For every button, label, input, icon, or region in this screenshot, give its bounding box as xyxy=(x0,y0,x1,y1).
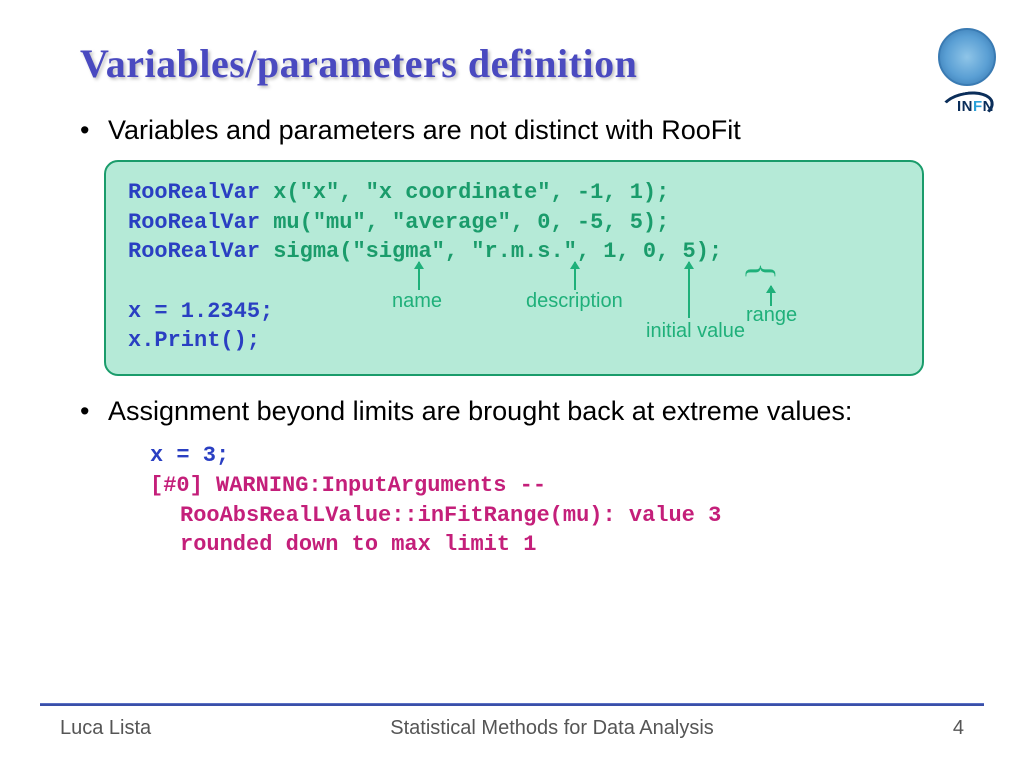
code-line-4: x = 1.2345; xyxy=(128,297,900,327)
footer-page: 4 xyxy=(953,717,964,740)
footer-course: Statistical Methods for Data Analysis xyxy=(390,717,713,740)
footer-divider xyxy=(40,703,984,706)
infn-logo-text: INFN xyxy=(957,98,994,115)
code-line-3: RooRealVar sigma("sigma", "r.m.s.", 1, 0… xyxy=(128,237,900,267)
code-box: RooRealVar x("x", "x coordinate", -1, 1)… xyxy=(104,160,924,376)
code-line-blank xyxy=(128,267,900,297)
warning-line-3: rounded down to max limit 1 xyxy=(180,530,944,560)
footer: Luca Lista Statistical Methods for Data … xyxy=(0,717,1024,740)
warning-line-1: [#0] WARNING:InputArguments -- xyxy=(150,471,944,501)
code-line-1: RooRealVar x("x", "x coordinate", -1, 1)… xyxy=(128,178,900,208)
slide: INFN Variables/parameters definition Var… xyxy=(0,0,1024,768)
code-assign: x = 3; xyxy=(150,441,944,471)
warning-line-2: RooAbsRealLValue::inFitRange(mu): value … xyxy=(180,501,944,531)
footer-author: Luca Lista xyxy=(60,717,151,740)
slide-title: Variables/parameters definition xyxy=(80,40,944,87)
code-line-2: RooRealVar mu("mu", "average", 0, -5, 5)… xyxy=(128,208,900,238)
university-seal-icon xyxy=(938,28,996,86)
bullet-1: Variables and parameters are not distinc… xyxy=(80,115,944,146)
code-line-5: x.Print(); xyxy=(128,326,900,356)
bullet-2: Assignment beyond limits are brought bac… xyxy=(80,396,944,427)
